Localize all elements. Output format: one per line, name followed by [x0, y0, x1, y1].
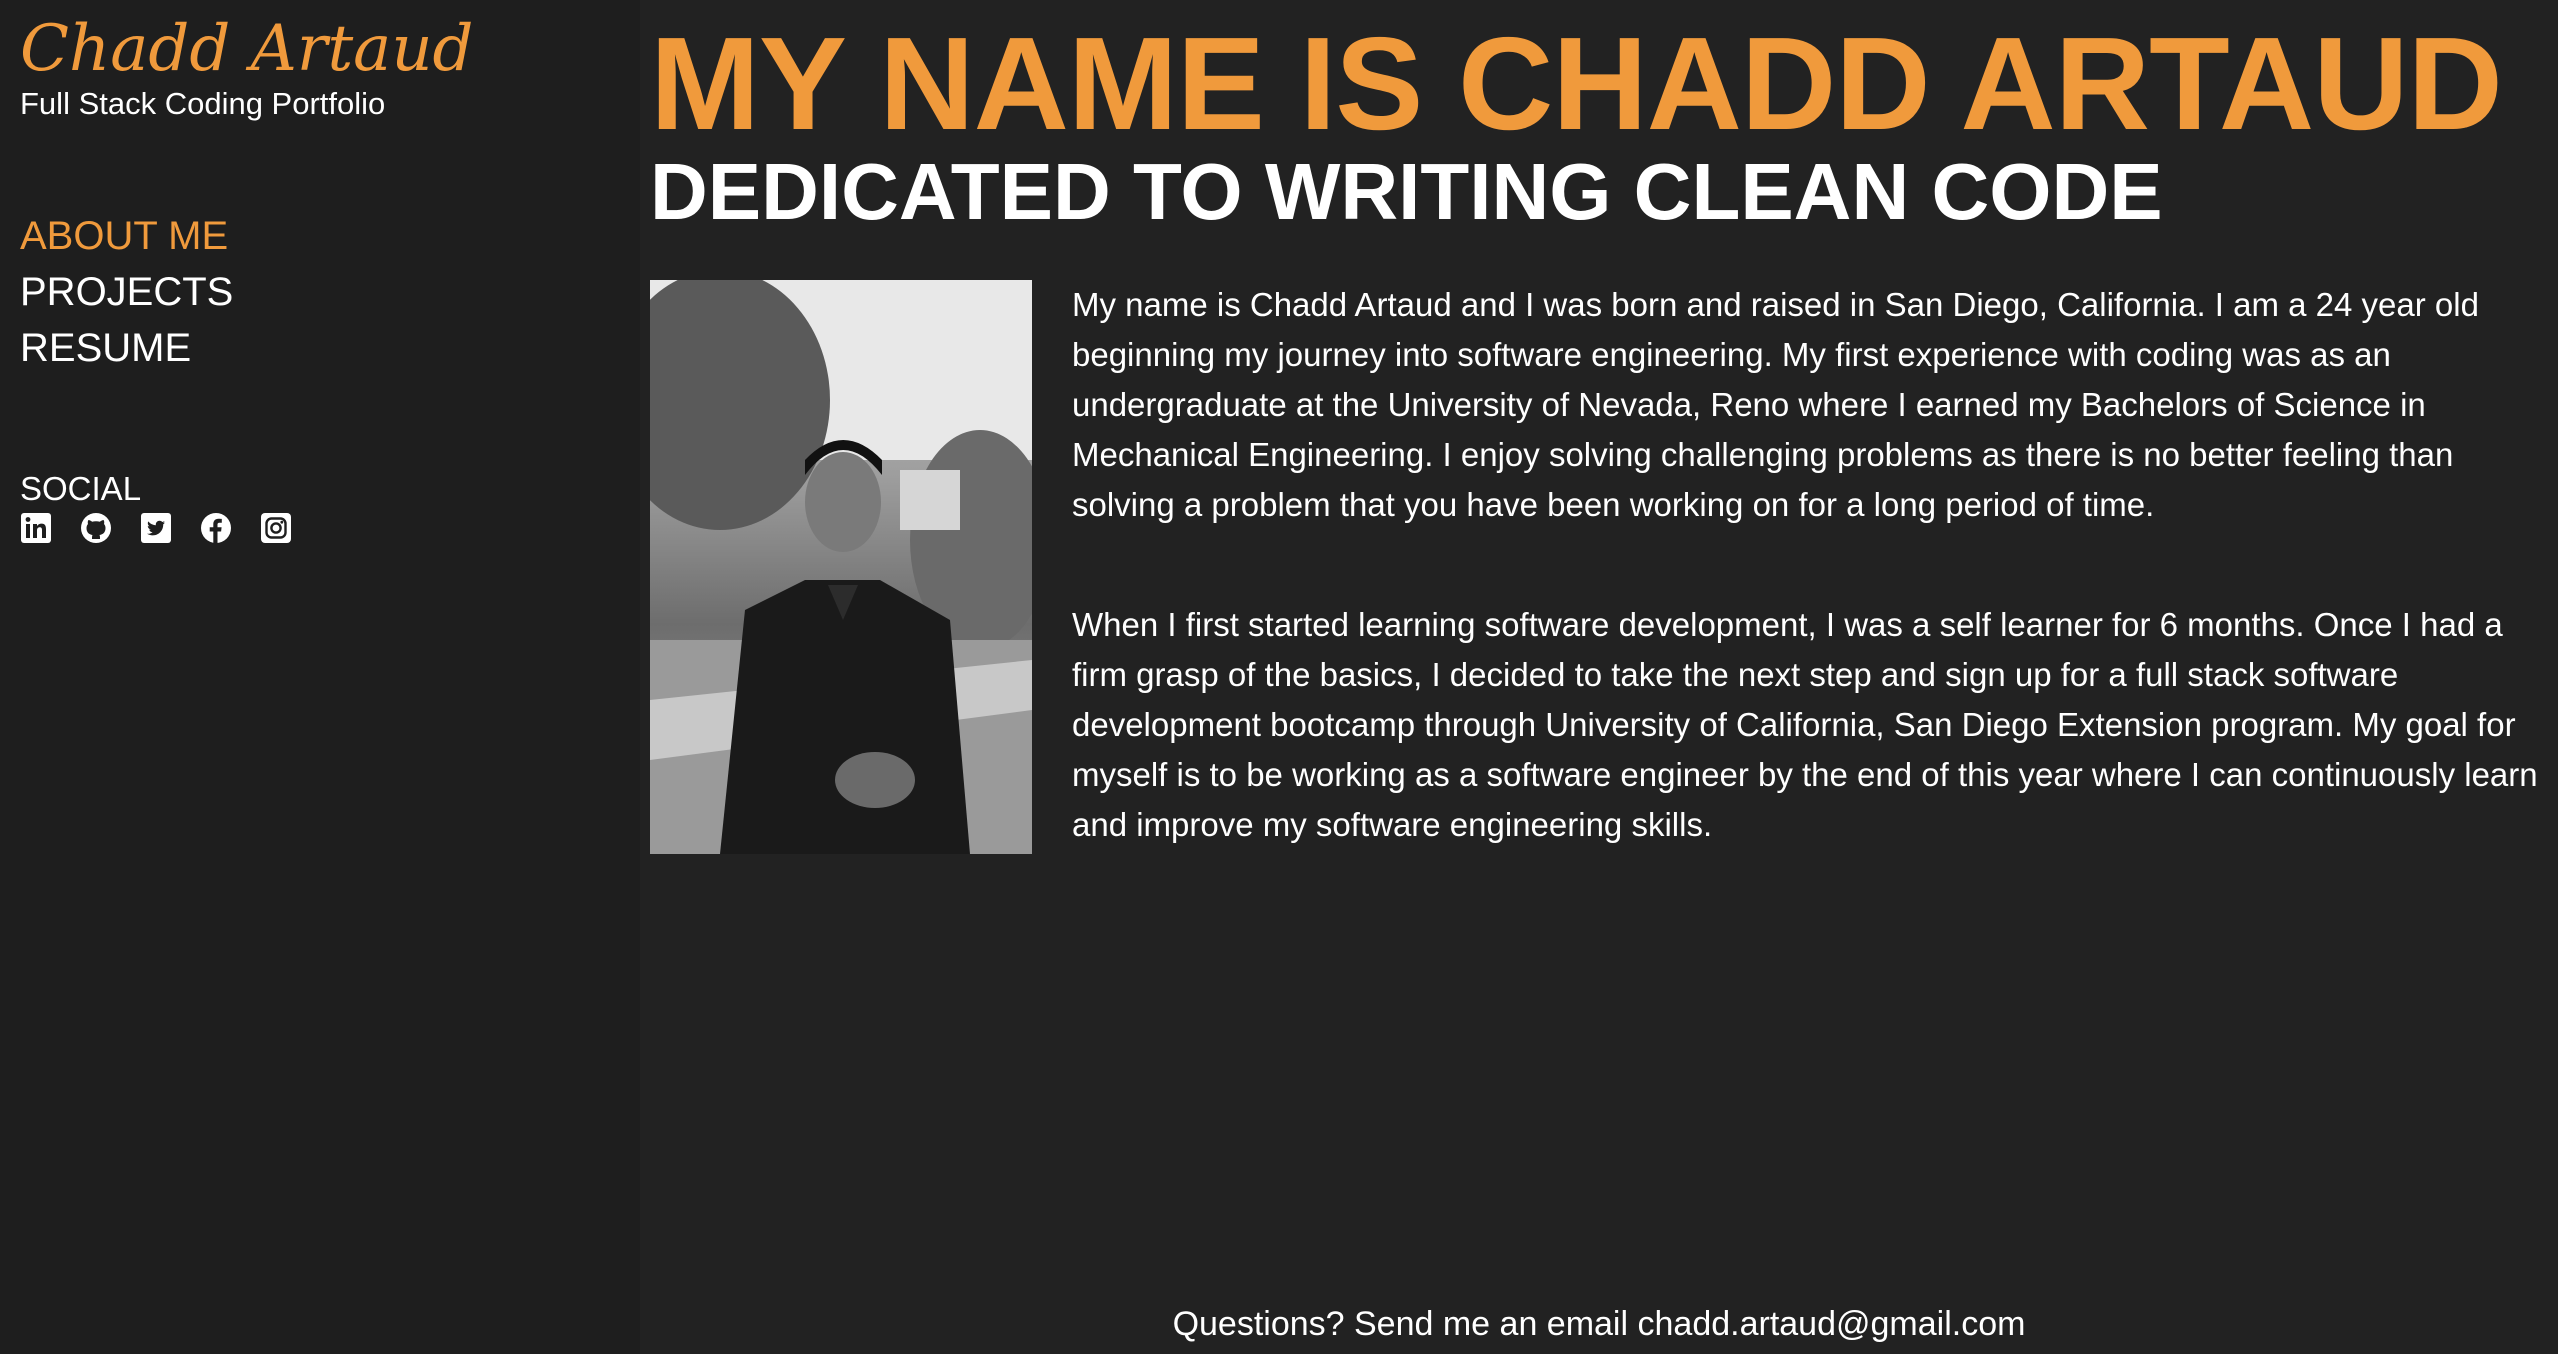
instagram-icon[interactable]: [260, 512, 292, 544]
facebook-icon[interactable]: [200, 512, 232, 544]
nav-item-projects[interactable]: PROJECTS: [20, 270, 233, 314]
github-icon[interactable]: [80, 512, 112, 544]
main-nav: ABOUT ME PROJECTS RESUME: [20, 214, 233, 370]
sidebar: Chadd Artaud Full Stack Coding Portfolio…: [0, 0, 640, 1354]
brand-subtitle: Full Stack Coding Portfolio: [20, 86, 386, 121]
nav-item-about-me[interactable]: ABOUT ME: [20, 214, 233, 258]
nav-item-resume[interactable]: RESUME: [20, 326, 233, 370]
twitter-icon[interactable]: [140, 512, 172, 544]
page: Chadd Artaud Full Stack Coding Portfolio…: [0, 0, 2558, 1354]
page-title: MY NAME IS CHADD ARTAUD: [650, 10, 2503, 157]
social-links: [20, 512, 292, 544]
brand-name[interactable]: Chadd Artaud: [20, 14, 474, 85]
page-subtitle: DEDICATED TO WRITING CLEAN CODE: [650, 147, 2163, 236]
bio: My name is Chadd Artaud and I was born a…: [1072, 280, 2548, 920]
footer-text: Questions? Send me an email: [1172, 1305, 1629, 1343]
bio-paragraph: When I first started learning software d…: [1072, 606, 2538, 843]
footer: Questions? Send me an email chadd.artaud…: [640, 1305, 2558, 1344]
linkedin-icon[interactable]: [20, 512, 52, 544]
profile-photo: [650, 280, 1032, 854]
bio-paragraph: My name is Chadd Artaud and I was born a…: [1072, 286, 2479, 523]
social-heading: SOCIAL: [20, 470, 142, 507]
email-link[interactable]: chadd.artaud@gmail.com: [1638, 1305, 2026, 1343]
